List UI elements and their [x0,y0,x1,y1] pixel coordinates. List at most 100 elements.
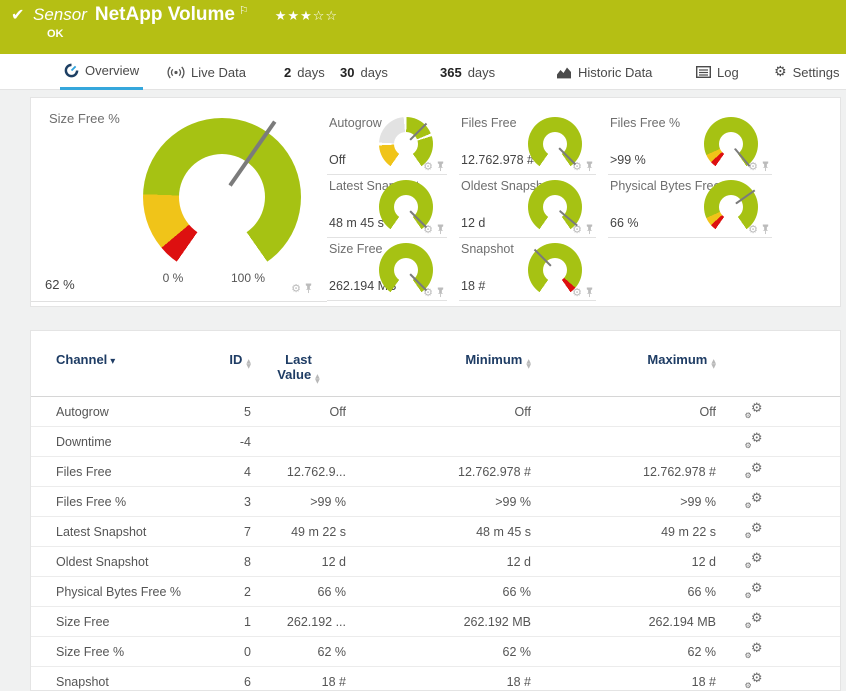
priority-stars[interactable]: ★★★☆☆ [275,9,338,24]
gauge-tile[interactable]: Oldest Snapshot 12 d ⚙ [459,175,596,238]
pin-icon[interactable] [585,286,594,298]
cell-channel[interactable]: Files Free % [56,495,221,509]
channel-settings-icon[interactable]: ⚙ ⚙ [745,521,763,540]
table-header-row: Channel ▾ ID ▲ ▼ Last Value ▲ ▼ Minimum ▲ ▼ Max… [31,331,840,397]
tab-settings[interactable]: ⚙ Settings [770,54,844,90]
cell-id: 3 [244,494,251,509]
tab-label: Overview [85,63,140,78]
cell-maximum: >99 % [680,494,716,509]
ok-check-icon: ✔ [11,5,25,24]
tab-overview[interactable]: Overview [60,54,144,90]
column-header-last-value[interactable]: Last Value ▲ ▼ [251,352,346,384]
chevron-down-icon[interactable]: ▾ [110,356,115,367]
tab-historic-data[interactable]: Historic Data [552,54,656,90]
table-row[interactable]: Files Free 4 12.762.9... 12.762.978 # 12… [31,457,840,487]
channel-settings-icon[interactable]: ⚙ ⚙ [745,431,763,450]
tab-30-days[interactable]: 30 days [336,54,392,90]
pin-icon[interactable] [436,286,445,298]
cell-channel[interactable]: Size Free % [56,645,221,659]
tab-365-days[interactable]: 365 days [436,54,499,90]
tab-label: Log [717,64,739,80]
gauge-tiles-grid: Autogrow Off ⚙ Files Free 12.762.978 # ⚙… [327,112,840,306]
cell-channel[interactable]: Latest Snapshot [56,525,221,539]
cell-last-value: 18 # [321,674,346,689]
channel-settings-icon[interactable]: ⚙ ⚙ [745,581,763,600]
table-row[interactable]: Files Free % 3 >99 % >99 % >99 % ⚙ ⚙ [31,487,840,517]
gauge-tile-value: 18 # [461,279,486,293]
channel-settings-icon[interactable]: ⚙ ⚙ [745,671,763,690]
gauge-dial [379,243,433,297]
main-gauge-tile[interactable]: Size Free % 0 % 100 % 62 % ⚙ [31,98,327,302]
gauge-tile[interactable]: Snapshot 18 # ⚙ [459,238,596,301]
gauge-tile[interactable]: Files Free 12.762.978 # ⚙ [459,112,596,175]
column-header-id[interactable]: ID ▲ ▼ [221,352,251,384]
cell-minimum: 18 # [506,674,531,689]
gauges-panel: Size Free % 0 % 100 % 62 % ⚙ Autogrow Of… [30,97,841,307]
cell-channel[interactable]: Files Free [56,465,221,479]
cell-minimum: 12.762.978 # [458,464,531,479]
gauge-tile[interactable]: Autogrow Off ⚙ [327,112,447,175]
cell-last-value: 12.762.9... [286,464,346,479]
table-row[interactable]: Size Free % 0 62 % 62 % 62 % ⚙ ⚙ [31,637,840,667]
cell-maximum: 62 % [687,644,717,659]
pin-icon[interactable] [436,223,445,235]
column-header-minimum[interactable]: Minimum ▲ ▼ [346,352,531,384]
pin-icon[interactable] [585,223,594,235]
table-row[interactable]: Autogrow 5 Off Off Off ⚙ ⚙ [31,397,840,427]
channel-settings-icon[interactable]: ⚙ ⚙ [745,641,763,660]
area-chart-icon [557,67,571,78]
status-badge: OK [47,28,64,40]
gauge-tile-label: Size Free [329,242,383,256]
pin-icon[interactable] [761,160,770,172]
gauge-icon [64,63,79,78]
column-header-channel[interactable]: Channel ▾ [56,352,221,384]
gauge-tile[interactable]: Latest Snapshot 48 m 45 s ⚙ [327,175,447,238]
tab-label: days [467,64,496,80]
cell-channel[interactable]: Autogrow [56,405,221,419]
channel-settings-icon[interactable]: ⚙ ⚙ [745,611,763,630]
channel-settings-icon[interactable]: ⚙ ⚙ [745,551,763,570]
cell-channel[interactable]: Size Free [56,615,221,629]
cell-channel[interactable]: Snapshot [56,675,221,689]
stars-filled[interactable]: ★★★ [275,9,313,24]
gauge-tile-label: Autogrow [329,116,382,130]
channel-settings-icon[interactable]: ⚙ ⚙ [745,491,763,510]
gauge-dial [528,243,582,297]
table-row[interactable]: Downtime -4 ⚙ ⚙ [31,427,840,457]
tab-2-days[interactable]: 2 days [280,54,329,90]
column-header-maximum[interactable]: Maximum ▲ ▼ [531,352,716,384]
gauge-scale-min: 0 % [162,271,184,285]
stars-empty[interactable]: ☆☆ [313,9,338,24]
tab-label: days [297,64,325,80]
cell-last-value: >99 % [310,494,346,509]
sort-icon[interactable]: ▲ ▼ [315,374,320,384]
pin-icon[interactable] [585,160,594,172]
table-row[interactable]: Snapshot 6 18 # 18 # 18 # ⚙ ⚙ [31,667,840,690]
cell-minimum: 48 m 45 s [476,524,531,539]
table-row[interactable]: Latest Snapshot 7 49 m 22 s 48 m 45 s 49… [31,517,840,547]
gauge-tile[interactable]: Physical Bytes Free % 66 % ⚙ [608,175,772,238]
tab-label: Settings [792,64,840,80]
cell-last-value: 49 m 22 s [291,524,346,539]
gauge-tile[interactable]: Files Free % >99 % ⚙ [608,112,772,175]
gear-icon[interactable]: ⚙ [291,283,301,294]
channel-settings-icon[interactable]: ⚙ ⚙ [745,401,763,420]
tab-log[interactable]: Log [692,54,743,90]
table-row[interactable]: Oldest Snapshot 8 12 d 12 d 12 d ⚙ ⚙ [31,547,840,577]
cell-channel[interactable]: Physical Bytes Free % [56,585,221,599]
cell-channel[interactable]: Oldest Snapshot [56,555,221,569]
cell-maximum: 18 # [691,674,716,689]
tab-live-data[interactable]: Live Data [163,54,250,90]
pin-icon[interactable] [304,282,313,294]
table-row[interactable]: Physical Bytes Free % 2 66 % 66 % 66 % ⚙… [31,577,840,607]
pause-flag-icon[interactable]: ⚐ [239,4,249,17]
pin-icon[interactable] [761,223,770,235]
cell-channel[interactable]: Downtime [56,435,221,449]
channel-settings-icon[interactable]: ⚙ ⚙ [745,461,763,480]
gauge-tile[interactable]: Size Free 262.194 MB ⚙ [327,238,447,301]
table-row[interactable]: Size Free 1 262.192 ... 262.192 MB 262.1… [31,607,840,637]
pin-icon[interactable] [436,160,445,172]
gauge-dial [528,180,582,234]
gauge-tile-value: 12 d [461,216,486,230]
gauge-tile-label: Files Free % [610,116,681,130]
